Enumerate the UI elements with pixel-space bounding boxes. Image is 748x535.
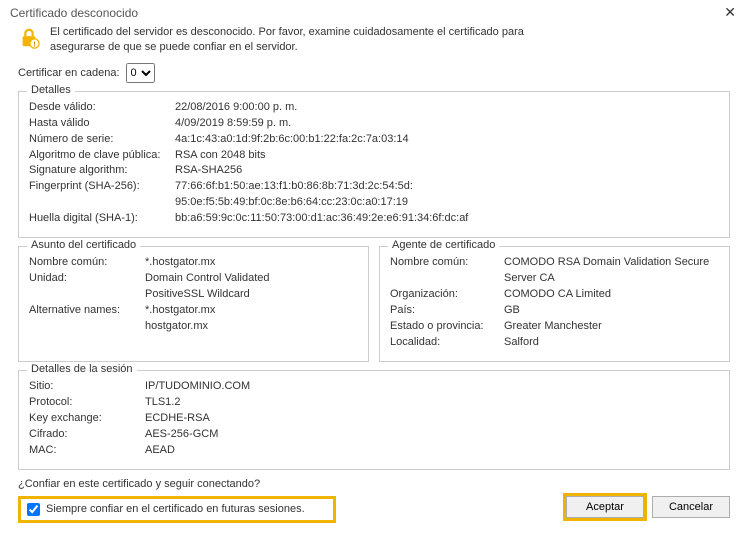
details-title: Detalles xyxy=(27,84,75,96)
title-bar: Certificado desconocido ✕ xyxy=(0,0,748,25)
always-trust-row[interactable]: Siempre confiar en el certificado en fut… xyxy=(18,496,336,523)
close-icon[interactable]: ✕ xyxy=(720,4,740,21)
issuer-title: Agente de certificado xyxy=(388,239,499,251)
always-trust-checkbox[interactable] xyxy=(27,503,40,516)
subject-group: Asunto del certificado Nombre común:*.ho… xyxy=(18,246,369,362)
chain-select[interactable]: 0 xyxy=(126,63,155,83)
lock-warning-icon: ! xyxy=(18,27,40,49)
session-title: Detalles de la sesión xyxy=(27,363,137,375)
ok-button[interactable]: Aceptar xyxy=(566,496,644,518)
always-trust-label: Siempre confiar en el certificado en fut… xyxy=(46,503,305,515)
window-title: Certificado desconocido xyxy=(10,6,138,20)
session-group: Detalles de la sesión Sitio:IP/TUDOMINIO… xyxy=(18,370,730,470)
cancel-button[interactable]: Cancelar xyxy=(652,496,730,518)
details-group: Detalles Desde válido:22/08/2016 9:00:00… xyxy=(18,91,730,239)
issuer-group: Agente de certificado Nombre común:COMOD… xyxy=(379,246,730,362)
svg-text:!: ! xyxy=(33,39,35,48)
chain-label: Certificar en cadena: xyxy=(18,67,120,79)
trust-question: ¿Confiar en este certificado y seguir co… xyxy=(18,478,730,490)
warning-text: El certificado del servidor es desconoci… xyxy=(50,25,530,55)
subject-title: Asunto del certificado xyxy=(27,239,140,251)
